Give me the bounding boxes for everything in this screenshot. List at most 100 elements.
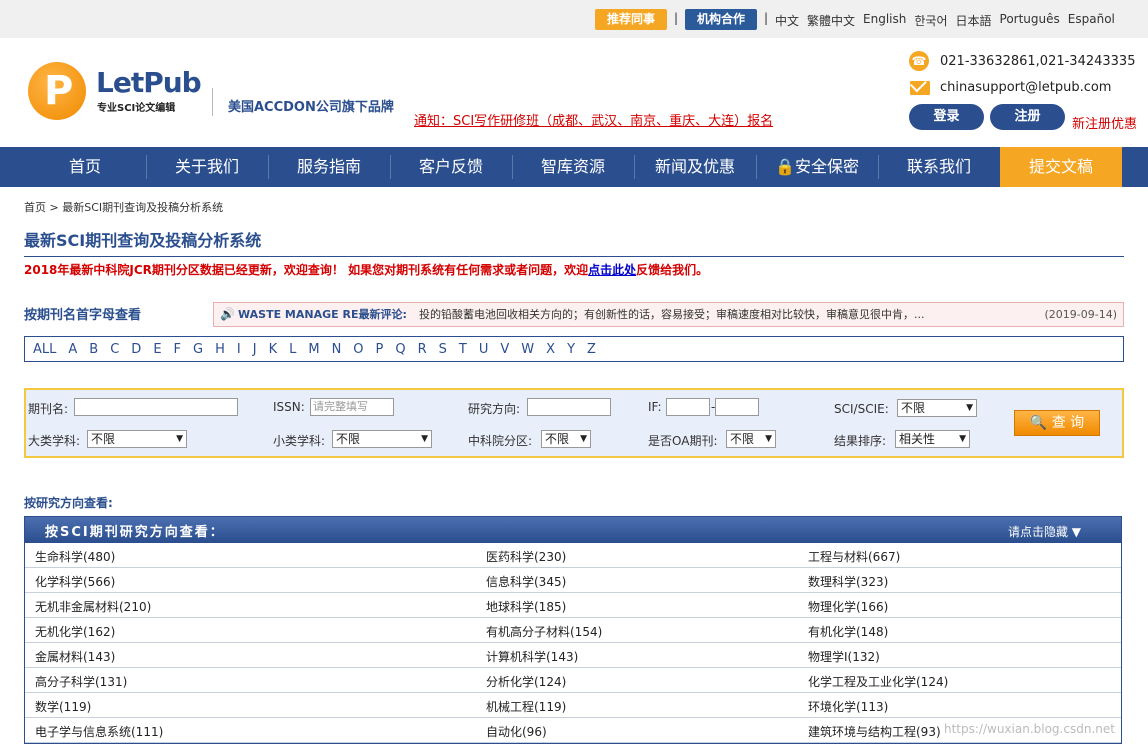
lang-pt[interactable]: Português	[1000, 12, 1060, 29]
cas-zone-select[interactable]: 不限 ▼	[541, 430, 591, 448]
subject-link[interactable]: 生命科学(480)	[35, 548, 115, 565]
subject-link[interactable]: 金属材料(143)	[35, 648, 115, 665]
subject-link[interactable]: 有机化学(148)	[808, 623, 888, 640]
subject-link[interactable]: 计算机科学(143)	[486, 648, 578, 665]
oa-select[interactable]: 不限 ▼	[726, 430, 776, 448]
major-subject-label: 大类学科:	[28, 434, 81, 448]
letter-x[interactable]: X	[546, 342, 555, 357]
subject-link[interactable]: 有机高分子材料(154)	[486, 623, 602, 640]
login-button[interactable]: 登录	[909, 104, 984, 130]
major-subject-select[interactable]: 不限 ▼	[87, 430, 187, 448]
if-max-input[interactable]	[715, 398, 759, 416]
subject-link[interactable]: 自动化(96)	[486, 723, 547, 740]
register-button[interactable]: 注册	[990, 104, 1065, 130]
letter-l[interactable]: L	[289, 342, 296, 357]
org-cooperation-button[interactable]: 机构合作	[685, 9, 757, 30]
subject-link[interactable]: 工程与材料(667)	[808, 548, 900, 565]
subject-link[interactable]: 高分子科学(131)	[35, 673, 127, 690]
sort-select[interactable]: 相关性 ▼	[895, 430, 970, 448]
subject-link[interactable]: 物理学I(132)	[808, 648, 880, 665]
lock-icon: 🔒	[775, 157, 795, 176]
letter-u[interactable]: U	[479, 342, 489, 357]
chevron-down-icon: ▼	[176, 434, 183, 444]
nav-feedback[interactable]: 客户反馈	[390, 147, 512, 187]
minor-subject-select[interactable]: 不限 ▼	[332, 430, 432, 448]
recommend-colleague-button[interactable]: 推荐同事	[595, 9, 667, 30]
lang-zh[interactable]: 中文	[775, 12, 799, 29]
letter-all[interactable]: ALL	[33, 342, 56, 357]
subject-link[interactable]: 无机化学(162)	[35, 623, 115, 640]
nav-news[interactable]: 新闻及优惠	[634, 147, 756, 187]
letter-s[interactable]: S	[439, 342, 447, 357]
lang-zh-tw[interactable]: 繁體中文	[807, 12, 855, 29]
speaker-icon: 🔊	[220, 307, 235, 321]
logo-name[interactable]: LetPub	[96, 66, 202, 99]
letter-b[interactable]: B	[89, 342, 98, 357]
subject-link[interactable]: 数学(119)	[35, 698, 91, 715]
subject-link[interactable]: 数理科学(323)	[808, 573, 888, 590]
lang-ja[interactable]: 日本語	[956, 12, 992, 29]
subject-link[interactable]: 分析化学(124)	[486, 673, 566, 690]
nav-about[interactable]: 关于我们	[146, 147, 268, 187]
nav-contact[interactable]: 联系我们	[878, 147, 1000, 187]
letter-c[interactable]: C	[110, 342, 119, 357]
breadcrumb[interactable]: 首页 > 最新SCI期刊查询及投稿分析系统	[24, 199, 223, 215]
subject-link[interactable]: 化学科学(566)	[35, 573, 115, 590]
subject-link[interactable]: 无机非金属材料(210)	[35, 598, 151, 615]
letter-t[interactable]: T	[459, 342, 467, 357]
latest-review-ticker[interactable]: 🔊 WASTE MANAGE RE最新评论: 投的铅酸蓄电池回收相关方向的；有创…	[213, 302, 1124, 327]
table-row: 化学科学(566) 信息科学(345) 数理科学(323)	[25, 568, 1121, 593]
notice-link[interactable]: 通知：SCI写作研修班（成都、武汉、南京、重庆、大连）报名	[414, 110, 773, 129]
subject-link[interactable]: 信息科学(345)	[486, 573, 566, 590]
nav-home[interactable]: 首页	[24, 147, 146, 187]
letter-g[interactable]: G	[193, 342, 203, 357]
nav-security[interactable]: 🔒安全保密	[756, 147, 878, 187]
subject-link[interactable]: 环境化学(113)	[808, 698, 888, 715]
subject-link[interactable]: 化学工程及工业化学(124)	[808, 673, 948, 690]
query-button[interactable]: 🔍 查 询	[1014, 410, 1100, 436]
hide-toggle[interactable]: 请点击隐藏 ▼	[1008, 523, 1081, 540]
lang-es[interactable]: Español	[1068, 12, 1115, 29]
letter-z[interactable]: Z	[587, 342, 596, 357]
letter-m[interactable]: M	[308, 342, 319, 357]
letter-n[interactable]: N	[332, 342, 342, 357]
subject-link[interactable]: 医药科学(230)	[486, 548, 566, 565]
letter-j[interactable]: J	[253, 342, 257, 357]
feedback-link[interactable]: 点击此处	[588, 263, 636, 277]
letter-e[interactable]: E	[153, 342, 161, 357]
letter-d[interactable]: D	[131, 342, 141, 357]
letter-o[interactable]: O	[353, 342, 363, 357]
subject-link[interactable]: 电子学与信息系统(111)	[35, 723, 163, 740]
journal-name-input[interactable]	[74, 398, 238, 416]
table-row: 生命科学(480) 医药科学(230) 工程与材料(667)	[25, 543, 1121, 568]
lang-ko[interactable]: 한국어	[914, 12, 947, 29]
subject-link[interactable]: 机械工程(119)	[486, 698, 566, 715]
issn-input[interactable]: 请完整填写	[310, 398, 394, 416]
nav-resources[interactable]: 智库资源	[512, 147, 634, 187]
letter-p[interactable]: P	[376, 342, 384, 357]
letter-r[interactable]: R	[418, 342, 427, 357]
subject-link[interactable]: 物理化学(166)	[808, 598, 888, 615]
letter-k[interactable]: K	[269, 342, 278, 357]
minor-subject-label: 小类学科:	[273, 434, 326, 448]
research-direction-input[interactable]	[527, 398, 611, 416]
letter-f[interactable]: F	[174, 342, 181, 357]
sci-select[interactable]: 不限 ▼	[897, 399, 977, 417]
letter-a[interactable]: A	[68, 342, 77, 357]
subject-link[interactable]: 地球科学(185)	[486, 598, 566, 615]
table-row: 无机化学(162) 有机高分子材料(154) 有机化学(148)	[25, 618, 1121, 643]
if-min-input[interactable]	[666, 398, 710, 416]
letter-y[interactable]: Y	[567, 342, 575, 357]
letter-i[interactable]: I	[237, 342, 241, 357]
journal-search-form: 期刊名: ISSN: 请完整填写 研究方向: IF: - SCI/SCIE: 不…	[24, 388, 1124, 458]
new-register-promo[interactable]: 新注册优惠	[1072, 113, 1137, 132]
letter-h[interactable]: H	[215, 342, 225, 357]
subject-link[interactable]: 建筑环境与结构工程(93)	[808, 723, 941, 740]
letter-v[interactable]: V	[500, 342, 509, 357]
letter-q[interactable]: Q	[395, 342, 405, 357]
nav-submit-manuscript[interactable]: 提交文稿	[1000, 147, 1122, 187]
chevron-down-icon: ▼	[421, 434, 428, 444]
nav-service-guide[interactable]: 服务指南	[268, 147, 390, 187]
lang-en[interactable]: English	[863, 12, 906, 29]
letter-w[interactable]: W	[521, 342, 534, 357]
